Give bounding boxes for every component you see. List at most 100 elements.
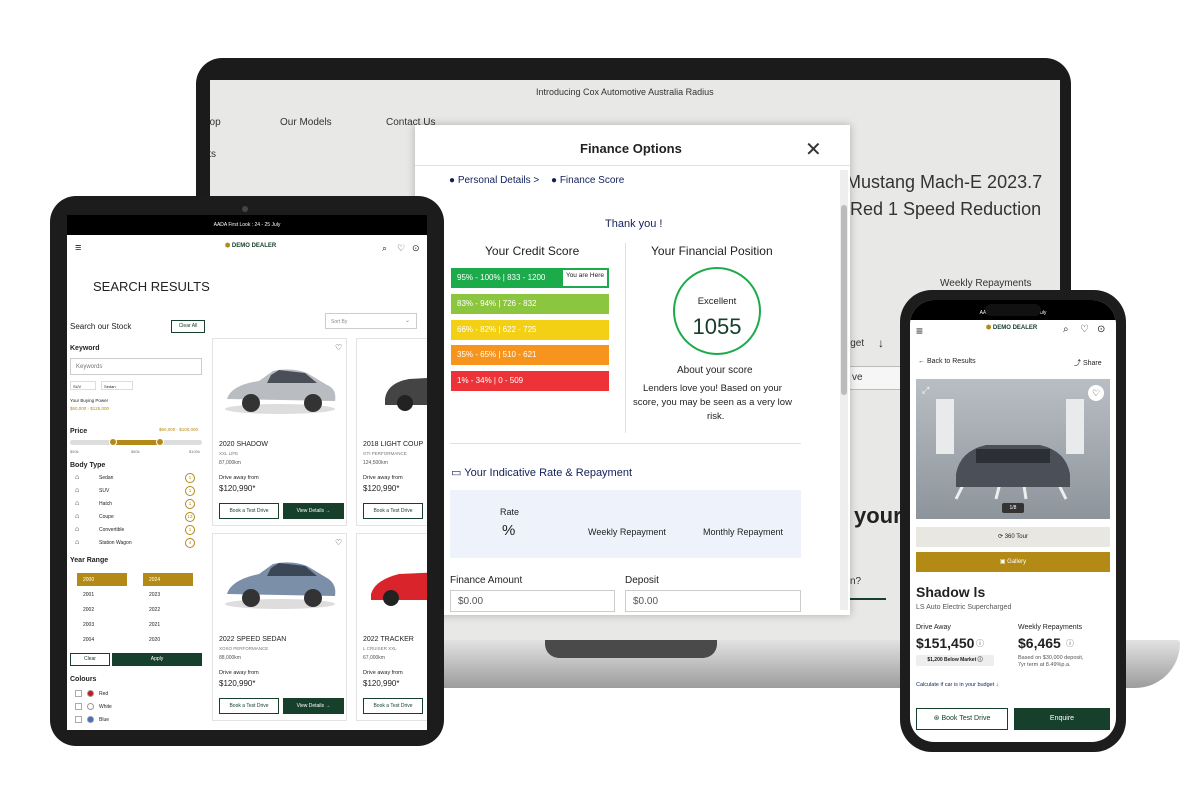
heart-icon[interactable]: ♡	[397, 243, 405, 254]
car-card[interactable]: ♡ 2022 SPEED SEDAN XOXO PERFORMANCE 88,0…	[212, 533, 347, 721]
checkbox[interactable]	[75, 690, 82, 697]
step-label: Finance Score	[559, 175, 625, 186]
finance-amount-input[interactable]: $0.00	[450, 590, 615, 612]
year-from-option[interactable]: 2003	[77, 618, 127, 631]
car-title: 2022 SPEED SEDAN	[219, 636, 287, 643]
clear-all-button[interactable]: Clear All	[171, 320, 205, 333]
location-pin-icon[interactable]: ⊙	[412, 243, 420, 254]
year-to-option[interactable]: 2022	[143, 603, 193, 616]
logo[interactable]: ⬢ DEMO DEALER	[986, 325, 1037, 331]
weekly-repayment-label: Weekly Repayment	[588, 527, 666, 537]
search-icon[interactable]: ⌕	[1063, 324, 1069, 335]
share-button[interactable]: ⤴ Share	[1074, 358, 1102, 368]
favourite-icon[interactable]: ♡	[335, 343, 342, 352]
budget-calculator-link[interactable]: Calculate if car is in your budget ↓	[916, 682, 999, 688]
body-type-item[interactable]: ⌂ Coupe 13	[75, 512, 201, 523]
back-to-results-link[interactable]: ← Back to Results	[918, 358, 976, 365]
car-card[interactable]: 2018 LIGHT COUP GTI PERFORMANCE 124,500k…	[356, 338, 427, 526]
budget-link[interactable]: lget	[848, 338, 864, 349]
logo-text: DEMO DEALER	[992, 325, 1038, 331]
search-icon[interactable]: ⌕	[382, 243, 387, 254]
info-icon[interactable]: ⓘ	[1066, 638, 1074, 649]
car-title: Shadow ls	[916, 584, 986, 600]
section-divider	[450, 443, 801, 444]
rate-label: Rate	[500, 507, 520, 517]
sort-select[interactable]: Sort By ⌄	[325, 313, 417, 329]
deposit-input[interactable]: $0.00	[625, 590, 801, 612]
year-to-option[interactable]: 2020	[143, 633, 193, 646]
laptop-tab-question[interactable]: n?	[850, 576, 861, 587]
year-from-option[interactable]: 2001	[77, 588, 127, 601]
year-to-option[interactable]: 2023	[143, 588, 193, 601]
view-details-button[interactable]: View Details →	[283, 503, 344, 519]
year-from-option[interactable]: 2004	[77, 633, 127, 646]
body-type-item[interactable]: ⌂ Hatch 1	[75, 499, 201, 510]
car-image	[365, 556, 427, 611]
car-image	[365, 361, 427, 416]
year-to-option[interactable]: 2024	[143, 573, 193, 586]
location-pin-icon[interactable]: ⊙	[1097, 324, 1105, 335]
car-silhouette-icon: ⌂	[75, 474, 80, 481]
checkbox[interactable]	[75, 703, 82, 710]
favourite-icon[interactable]: ♡	[335, 538, 342, 547]
nav-item-shop[interactable]: hop	[210, 117, 221, 128]
checkbox[interactable]	[75, 716, 82, 723]
step-label: Personal Details >	[457, 175, 540, 186]
breadcrumb-results[interactable]: lts	[210, 149, 216, 160]
body-type-item[interactable]: ⌂ Sedan 1	[75, 473, 201, 484]
car-card[interactable]: ♡ 2020 SHADOW XXL LIFE 87,000km Drive aw…	[212, 338, 347, 526]
price-slider-min-handle[interactable]	[109, 438, 117, 446]
price-slider-fill	[112, 440, 160, 445]
body-type-item[interactable]: ⌂ Station Wagon 4	[75, 538, 201, 549]
view-details-button[interactable]: View Details →	[283, 698, 344, 714]
year-to-option[interactable]: 2021	[143, 618, 193, 631]
book-test-drive-button[interactable]: Book a Test Drive	[219, 698, 279, 714]
book-test-drive-label: Book Test Drive	[941, 715, 991, 722]
rate-value: %	[502, 522, 516, 539]
step-finance-score[interactable]: ● Finance Score	[551, 175, 624, 186]
menu-icon[interactable]: ≡	[916, 324, 923, 338]
filter-chip-sedan[interactable]: Sedan	[101, 381, 133, 390]
year-from-option[interactable]: 2002	[77, 603, 127, 616]
info-icon[interactable]: ⓘ	[976, 638, 984, 649]
menu-icon[interactable]: ≡	[75, 242, 81, 254]
price-slider-max-handle[interactable]	[156, 438, 164, 446]
car-title-line2: Red 1 Speed Reduction	[850, 199, 1042, 219]
close-icon[interactable]: ✕	[805, 137, 822, 162]
book-test-drive-button[interactable]: Book a Test Drive	[363, 698, 423, 714]
filter-chip-suv[interactable]: SUV	[70, 381, 96, 390]
modal-scrollbar-thumb[interactable]	[841, 205, 847, 395]
page-title: SEARCH RESULTS	[93, 279, 210, 294]
favourite-icon[interactable]: ♡	[1088, 385, 1104, 401]
colour-option[interactable]: Blue	[75, 715, 175, 725]
logo[interactable]: ⬢ DEMO DEALER	[225, 243, 276, 249]
thank-you-text: Thank you !	[605, 218, 663, 230]
tour-360-button[interactable]: ⟳ 360 Tour	[916, 527, 1110, 547]
gallery-button[interactable]: ▣ Gallery	[916, 552, 1110, 572]
nav-item-models[interactable]: Our Models	[280, 117, 332, 128]
step-personal-details[interactable]: ● Personal Details >	[449, 175, 539, 186]
colour-option[interactable]: White	[75, 702, 175, 712]
body-type-item[interactable]: ⌂ SUV 1	[75, 486, 201, 497]
keyword-input[interactable]: Keywords	[70, 358, 202, 375]
book-test-drive-button[interactable]: Book a Test Drive	[363, 503, 423, 519]
check-circle-icon: ●	[551, 175, 558, 186]
car-image	[221, 556, 339, 611]
apply-button[interactable]: Apply	[112, 653, 202, 666]
body-type-name: SUV	[99, 488, 110, 494]
colour-option[interactable]: Red	[75, 689, 175, 699]
tab-underline	[850, 598, 886, 600]
enquire-button[interactable]: Enquire	[1014, 708, 1110, 730]
car-photo[interactable]: ⤢ ♡ 1/8	[916, 379, 1110, 519]
heart-icon[interactable]: ♡	[1080, 324, 1089, 335]
car-card[interactable]: 2022 TRACKER L CRUISER XXL 67,000km Driv…	[356, 533, 427, 721]
share-label: Share	[1082, 360, 1102, 367]
expand-icon[interactable]: ⤢	[922, 385, 929, 396]
car-title: 2018 LIGHT COUP	[363, 441, 424, 448]
book-test-drive-button[interactable]: ⊛ Book Test Drive	[916, 708, 1008, 730]
car-silhouette-icon: ⌂	[75, 487, 80, 494]
clear-button[interactable]: Clear	[70, 653, 110, 666]
year-from-option[interactable]: 2000	[77, 573, 127, 586]
body-type-item[interactable]: ⌂ Convertible 1	[75, 525, 201, 536]
book-test-drive-button[interactable]: Book a Test Drive	[219, 503, 279, 519]
